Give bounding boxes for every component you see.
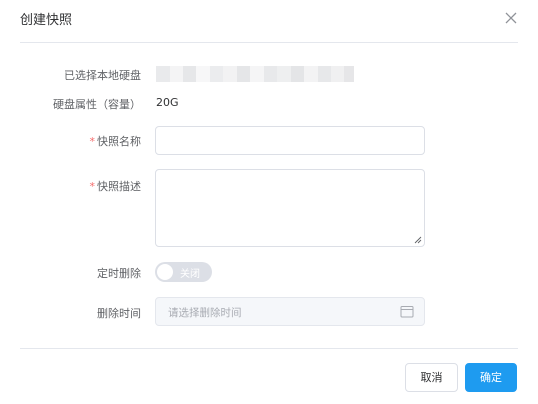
create-snapshot-dialog: 创建快照 已选择本地硬盘 硬盘属性（容量） 20G *快照名称 *快照描述	[0, 0, 538, 404]
toggle-state-text: 关闭	[180, 269, 200, 280]
selected-disk-value-redacted	[156, 66, 364, 82]
required-mark: *	[89, 135, 96, 148]
disk-capacity-value: 20G	[156, 96, 179, 109]
snapshot-name-label-text: 快照名称	[97, 135, 141, 148]
snapshot-description-label: * 快照描述	[17, 178, 142, 194]
disk-capacity-label: 硬盘属性（容量）	[53, 98, 141, 111]
header-divider	[20, 42, 518, 43]
scheduled-delete-toggle[interactable]: 关闭	[155, 262, 212, 282]
toggle-knob	[157, 264, 173, 280]
snapshot-name-input[interactable]	[155, 126, 425, 155]
selected-disk-label: 已选择本地硬盘	[64, 69, 141, 82]
close-icon	[505, 12, 517, 24]
close-button[interactable]	[503, 10, 519, 26]
cancel-button[interactable]: 取消	[405, 363, 458, 392]
snapshot-description-label-text: 快照描述	[97, 180, 141, 193]
dialog-header: 创建快照	[0, 0, 538, 42]
footer-divider	[20, 348, 518, 349]
snapshot-name-label: * 快照名称	[17, 133, 142, 149]
required-mark: *	[89, 180, 96, 193]
calendar-icon	[400, 306, 414, 318]
delete-time-picker[interactable]: 请选择删除时间	[155, 297, 425, 326]
resize-grip-icon[interactable]	[414, 236, 422, 244]
scheduled-delete-label: 定时删除	[97, 267, 141, 280]
confirm-button[interactable]: 确定	[465, 363, 517, 392]
delete-time-placeholder: 请选择删除时间	[168, 307, 242, 319]
dialog-title: 创建快照	[20, 13, 73, 28]
delete-time-label: 删除时间	[97, 307, 141, 320]
snapshot-description-textarea[interactable]	[155, 169, 425, 247]
